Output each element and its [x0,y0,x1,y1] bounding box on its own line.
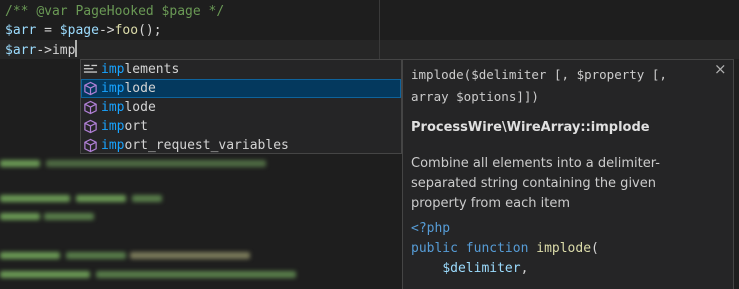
suggest-item-implode[interactable]: implode [81,98,401,117]
comment-type: PageHooked [67,4,154,19]
suggest-item-implode-selected[interactable]: implode [81,79,401,98]
php-open-tag: <?php [411,221,451,236]
blurred-code-region [0,150,400,289]
variable-page: $page [59,23,99,38]
suggest-item-implements[interactable]: implements [81,60,401,79]
arrow-operator: -> [98,23,115,38]
comment-close: */ [200,4,225,19]
keyword-function: function [457,241,537,256]
details-description: Combine all elements into a delimiter-se… [411,156,660,211]
suggest-label: import_request_variables [101,138,289,153]
suggest-details-panel[interactable]: implode($delimiter [, $property [, array… [402,59,734,289]
comment-var: $page [153,4,201,19]
details-title: ProcessWire\WireArray::implode [411,120,650,135]
assign-operator: = [36,23,60,38]
text-cursor [75,40,78,57]
arrow-operator: -> [36,43,52,58]
comment-open: /** [5,4,37,19]
details-code-block: <?php public function implode( $delimiter… [411,219,599,279]
method-cube-icon [84,119,97,134]
param-comma: , [520,261,529,276]
current-line-highlight [0,40,739,59]
suggest-widget[interactable]: implements implode implode import import… [80,59,402,154]
close-icon[interactable]: × [714,60,727,78]
keyword-public: public [411,241,458,256]
comment-tag: @var [36,4,68,19]
editor-ruler [379,0,380,60]
method-cube-icon [84,138,97,153]
open-paren: ( [591,241,599,256]
suggest-label: implements [101,62,180,77]
typed-text: imp [51,43,76,58]
suggest-item-import[interactable]: import [81,117,401,136]
method-cube-icon [84,81,97,96]
variable-arr: $arr [5,43,37,58]
param-delimiter: $delimiter [442,261,521,276]
method-cube-icon [84,100,97,115]
variable-arr: $arr [5,23,37,38]
code-line-1[interactable]: /** @var PageHooked $page */ [5,2,224,21]
function-name: implode [536,241,592,256]
suggest-label: implode [101,100,156,115]
call-parens: (); [138,23,162,38]
code-line-2[interactable]: $arr = $page->foo(); [5,21,162,40]
suggest-label: implode [101,81,156,96]
function-foo: foo [114,23,139,38]
code-line-3[interactable]: $arr->imp [5,40,78,59]
suggest-item-import-request-variables[interactable]: import_request_variables [81,136,401,155]
keyword-snippet-icon [83,64,98,73]
signature-text: implode($delimiter [, $property [, array… [411,67,667,104]
suggest-label: import [101,119,148,134]
